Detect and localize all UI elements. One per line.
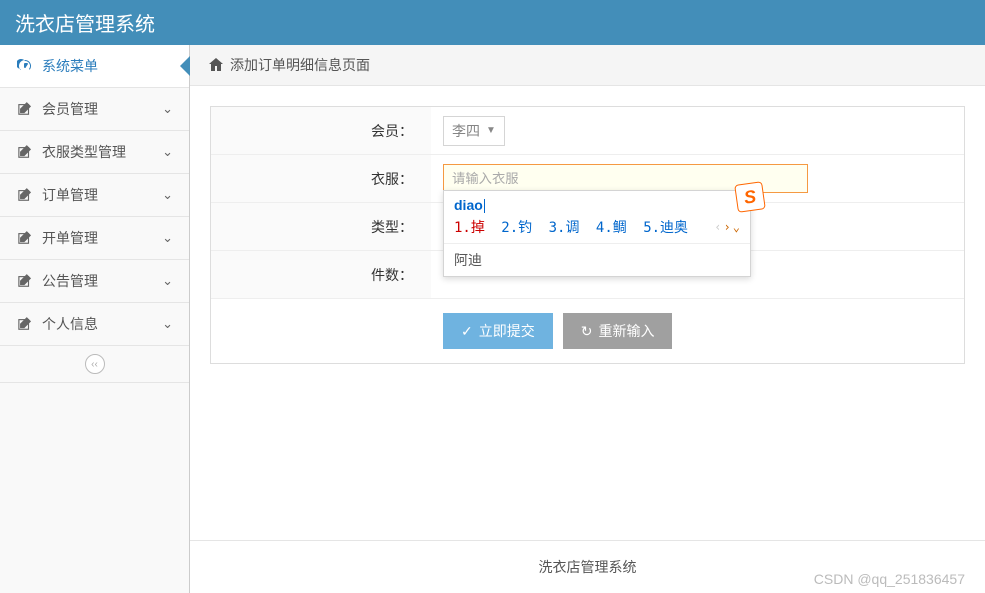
clothes-label: 衣服： [211, 155, 431, 202]
edit-icon [16, 102, 34, 116]
sidebar-item-label: 个人信息 [42, 314, 162, 334]
count-label: 件数： [211, 251, 431, 298]
form-panel: 会员： 李四 ▼ 衣服： S [210, 106, 965, 364]
ime-candidate[interactable]: 5.迪奥 [643, 217, 688, 237]
sidebar-item-label: 订单管理 [42, 185, 162, 205]
member-select[interactable]: 李四 ▼ [443, 116, 505, 146]
watermark: CSDN @qq_251836457 [814, 571, 965, 587]
form-buttons: ✓ 立即提交 ↻ 重新输入 [211, 299, 964, 363]
chevron-down-icon: ⌄ [162, 187, 173, 203]
caret-down-icon: ▼ [486, 125, 496, 136]
chevron-down-icon: ⌄ [162, 273, 173, 289]
ime-more-icon[interactable]: ⌄ [733, 220, 740, 234]
ime-next-icon[interactable]: › [724, 220, 731, 234]
ime-candidate[interactable]: 2.钓 [501, 217, 532, 237]
member-field: 李四 ▼ [431, 108, 964, 154]
breadcrumb-text: 添加订单明细信息页面 [230, 55, 370, 75]
edit-icon [16, 231, 34, 245]
member-label: 会员： [211, 107, 431, 154]
sidebar-item-clothes-type[interactable]: 衣服类型管理 ⌄ [0, 131, 189, 174]
refresh-icon: ↻ [581, 323, 593, 340]
collapse-icon: ‹‹ [91, 359, 98, 370]
content-area: 会员： 李四 ▼ 衣服： S [190, 86, 985, 540]
footer-text: 洗衣店管理系统 [539, 559, 637, 575]
chevron-down-icon: ⌄ [162, 316, 173, 332]
ime-prev-icon[interactable]: ‹ [714, 220, 721, 234]
form-row-clothes: 衣服： S diao 1.掉 2.钓 3.调 4.鲷 [211, 155, 964, 203]
chevron-down-icon: ⌄ [162, 144, 173, 160]
sidebar-item-announcement[interactable]: 公告管理 ⌄ [0, 260, 189, 303]
main-container: 系统菜单 会员管理 ⌄ 衣服类型管理 ⌄ 订单管理 ⌄ [0, 45, 985, 593]
ime-popup: S diao 1.掉 2.钓 3.调 4.鲷 5.迪奥 ‹ › [443, 190, 751, 277]
sidebar-collapse-button[interactable]: ‹‹ [85, 354, 105, 374]
ime-candidate[interactable]: 4.鲷 [596, 217, 627, 237]
ime-input-text: diao [444, 191, 750, 215]
sidebar-item-billing[interactable]: 开单管理 ⌄ [0, 217, 189, 260]
chevron-down-icon: ⌄ [162, 101, 173, 117]
active-arrow-icon [180, 56, 190, 76]
form-row-member: 会员： 李四 ▼ [211, 107, 964, 155]
sidebar-collapse-row: ‹‹ [0, 346, 189, 383]
sidebar-item-label: 公告管理 [42, 271, 162, 291]
edit-icon [16, 188, 34, 202]
member-select-value: 李四 [452, 121, 480, 141]
ime-candidates: 1.掉 2.钓 3.调 4.鲷 5.迪奥 ‹ › ⌄ [444, 215, 750, 243]
edit-icon [16, 317, 34, 331]
ime-suggestion[interactable]: 阿迪 [444, 243, 750, 276]
type-label: 类型： [211, 203, 431, 250]
main-panel: 添加订单明细信息页面 会员： 李四 ▼ 衣服： [190, 45, 985, 593]
sidebar-item-member[interactable]: 会员管理 ⌄ [0, 88, 189, 131]
submit-button[interactable]: ✓ 立即提交 [443, 313, 553, 349]
sidebar-item-label: 会员管理 [42, 99, 162, 119]
sidebar-item-system-menu[interactable]: 系统菜单 [0, 45, 189, 88]
submit-label: 立即提交 [479, 321, 535, 341]
ime-candidate[interactable]: 1.掉 [454, 217, 485, 237]
app-title: 洗衣店管理系统 [15, 8, 155, 37]
check-icon: ✓ [461, 323, 473, 340]
ime-nav: ‹ › ⌄ [714, 220, 740, 234]
app-header: 洗衣店管理系统 [0, 0, 985, 45]
sidebar-item-profile[interactable]: 个人信息 ⌄ [0, 303, 189, 346]
home-icon [208, 57, 224, 73]
sidebar-item-label: 系统菜单 [42, 56, 173, 76]
reset-label: 重新输入 [598, 321, 654, 341]
reset-button[interactable]: ↻ 重新输入 [563, 313, 673, 349]
sidebar-item-order[interactable]: 订单管理 ⌄ [0, 174, 189, 217]
edit-icon [16, 145, 34, 159]
sidebar-item-label: 开单管理 [42, 228, 162, 248]
dashboard-icon [16, 58, 34, 74]
sidebar: 系统菜单 会员管理 ⌄ 衣服类型管理 ⌄ 订单管理 ⌄ [0, 45, 190, 593]
clothes-field: S diao 1.掉 2.钓 3.调 4.鲷 5.迪奥 ‹ › [431, 156, 964, 201]
ime-candidate[interactable]: 3.调 [549, 217, 580, 237]
edit-icon [16, 274, 34, 288]
breadcrumb: 添加订单明细信息页面 [190, 45, 985, 86]
sidebar-item-label: 衣服类型管理 [42, 142, 162, 162]
chevron-down-icon: ⌄ [162, 230, 173, 246]
